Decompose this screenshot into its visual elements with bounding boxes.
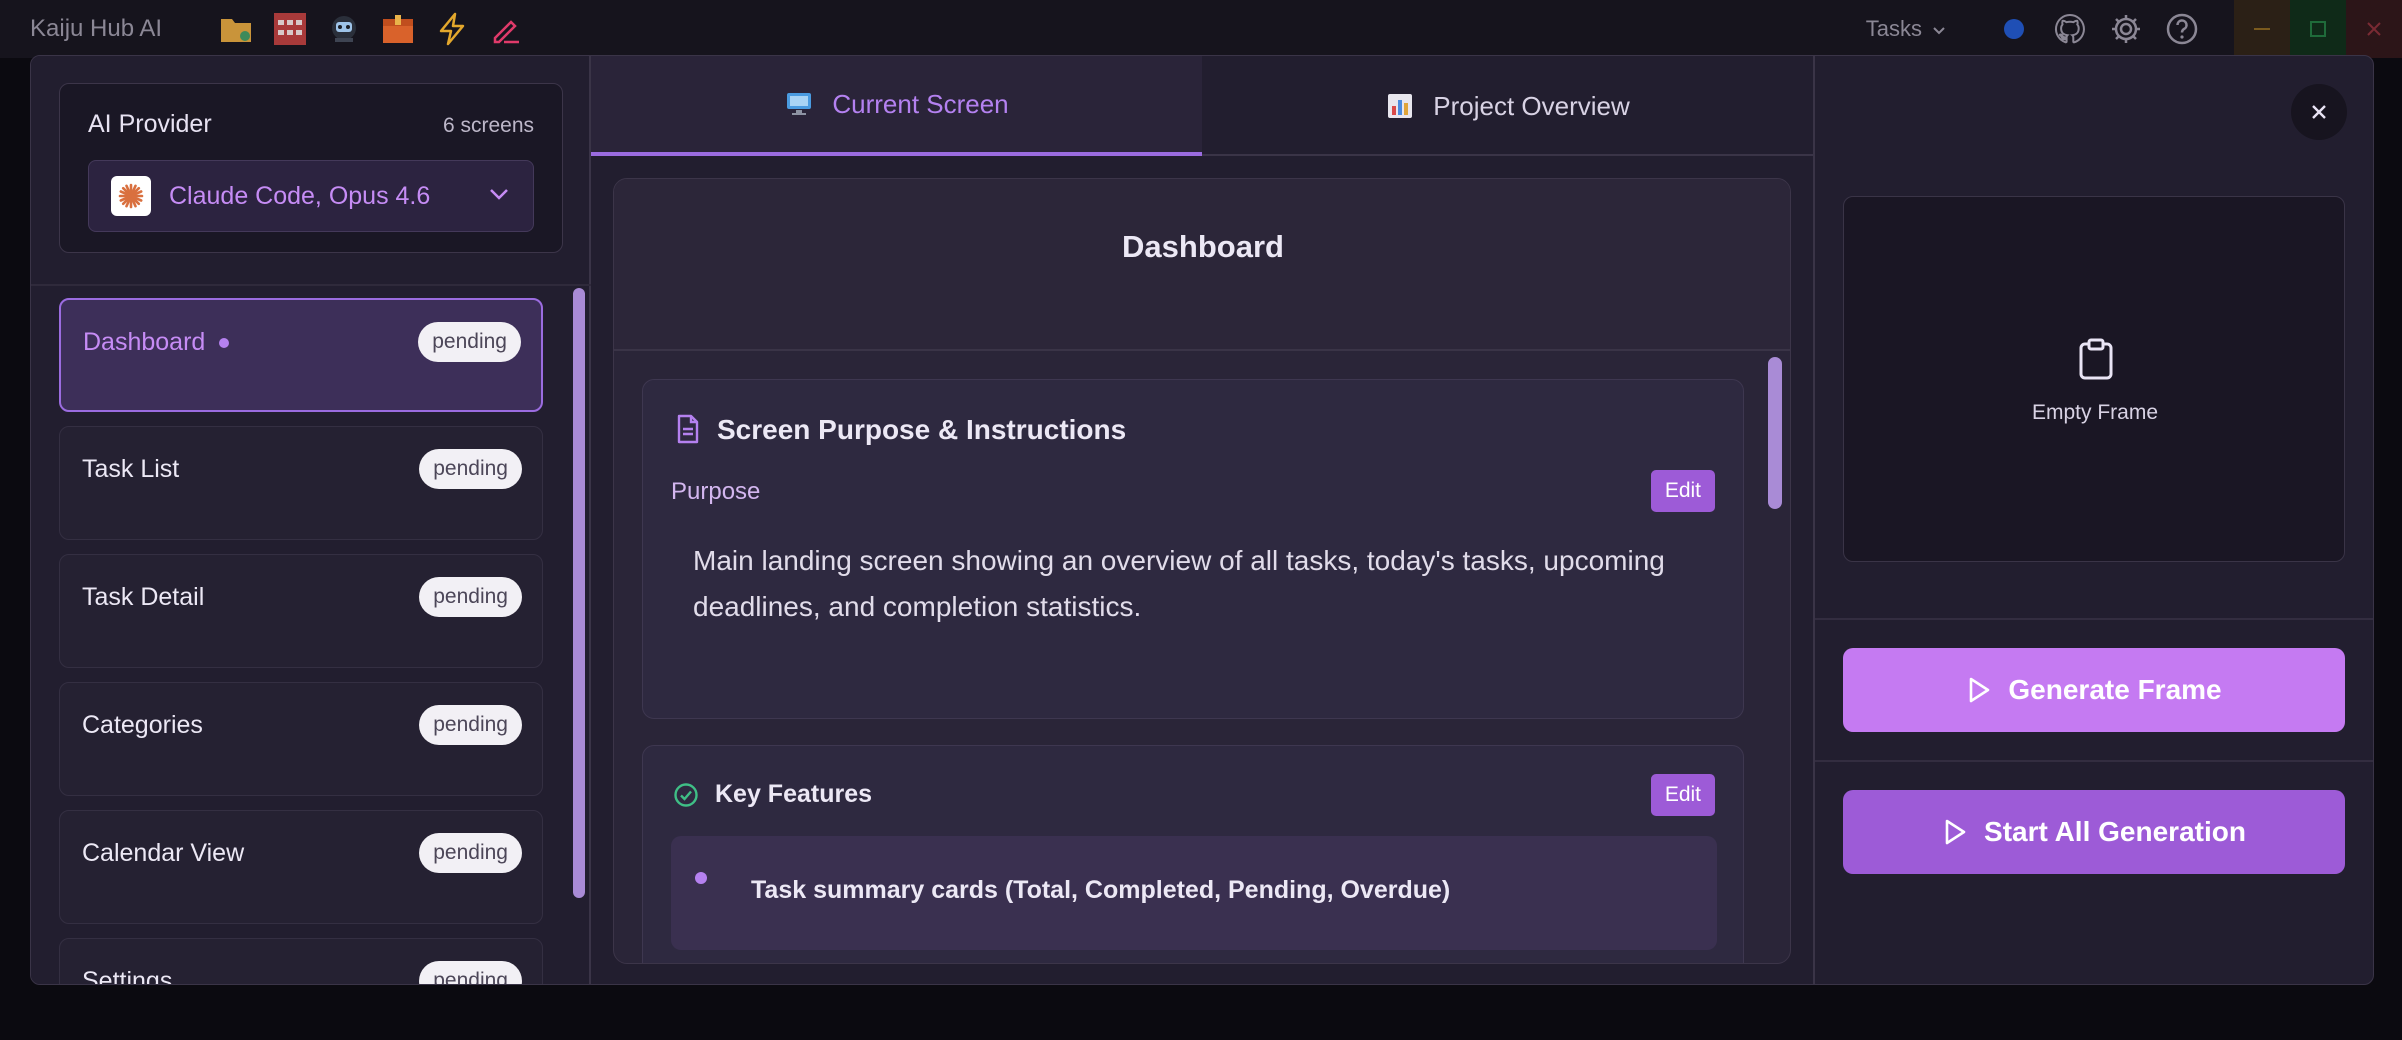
minimize-icon[interactable] [2234, 0, 2290, 58]
close-icon[interactable] [2291, 84, 2347, 140]
screen-name: Calendar View [82, 839, 245, 867]
help-icon[interactable] [2164, 11, 2200, 47]
screen-name: Settings [82, 967, 173, 985]
screen-name: Categories [82, 711, 203, 739]
active-dot [219, 338, 230, 349]
status-indicator-icon[interactable] [1996, 11, 2032, 47]
window-controls [2234, 0, 2402, 58]
bar-chart-icon [1385, 91, 1415, 121]
package-icon[interactable] [380, 11, 416, 47]
button-label: Start All Generation [1984, 816, 2246, 847]
tab-label: Current Screen [832, 88, 1009, 119]
check-circle-icon [674, 783, 698, 807]
edit-features-button[interactable]: Edit [1650, 774, 1715, 816]
status-badge: pending [419, 449, 522, 489]
generation-panel: Empty Frame Generate Frame Start All Gen… [1813, 56, 2373, 984]
window-close-icon[interactable] [2346, 0, 2402, 58]
screen-content-card: Dashboard Screen Purpose & Instructions … [613, 178, 1791, 964]
divider [1815, 618, 2373, 620]
screens-count: 6 screens [442, 114, 534, 137]
titlebar-controls: Tasks [1866, 0, 2402, 58]
status-badge: pending [418, 322, 521, 362]
start-all-generation-button[interactable]: Start All Generation [1843, 790, 2345, 874]
status-badge: pending [419, 705, 522, 745]
empty-frame-label: Empty Frame [2031, 401, 2159, 424]
gear-icon[interactable] [2108, 11, 2144, 47]
purpose-section: Screen Purpose & Instructions Purpose Ed… [642, 379, 1744, 719]
app-title: Kaiju Hub AI [30, 15, 163, 42]
robot-icon[interactable] [326, 11, 362, 47]
document-icon [673, 412, 703, 446]
screen-item-task-detail[interactable]: Task Detail pending [59, 554, 543, 668]
tasks-dropdown[interactable]: Tasks [1866, 16, 1946, 42]
status-badge: pending [419, 577, 522, 617]
monitor-icon [784, 89, 814, 119]
folder-icon[interactable] [218, 11, 254, 47]
screen-name: Task List [82, 455, 180, 483]
screen-item-settings[interactable]: Settings pending [59, 938, 543, 985]
bullet-icon [695, 872, 707, 884]
tasks-label: Tasks [1865, 16, 1922, 41]
frame-preview: Empty Frame [1843, 196, 2345, 562]
background-strip [0, 985, 2402, 1040]
pen-icon[interactable] [488, 11, 524, 47]
feature-text: Task summary cards (Total, Completed, Pe… [751, 876, 1451, 904]
screen-item-calendar-view[interactable]: Calendar View pending [59, 810, 543, 924]
play-icon [1945, 819, 1966, 845]
content-scrollbar[interactable] [1768, 357, 1782, 509]
generation-modal: AI Provider 6 screens Claude Code, Opus … [30, 55, 2374, 985]
screen-item-dashboard[interactable]: Dashboard pending [59, 298, 543, 412]
screen-title: Dashboard [1122, 229, 1284, 264]
chevron-down-icon [489, 187, 509, 205]
screen-name: Task Detail [82, 583, 205, 611]
screen-item-categories[interactable]: Categories pending [59, 682, 543, 796]
clipboard-icon [2079, 338, 2113, 380]
status-badge: pending [419, 833, 522, 873]
chevron-down-icon [1932, 16, 1946, 42]
provider-select[interactable]: Claude Code, Opus 4.6 [88, 160, 534, 232]
tab-label: Project Overview [1433, 90, 1630, 121]
divider [31, 284, 591, 286]
purpose-label: Purpose [671, 478, 761, 505]
screen-list: Dashboard pending Task List pending Task… [59, 298, 575, 985]
section-title: Key Features [715, 780, 873, 808]
claude-logo-icon [111, 176, 151, 216]
screen-detail-panel: Current Screen Project Overview Dashboar… [591, 56, 1813, 984]
generate-frame-button[interactable]: Generate Frame [1843, 648, 2345, 732]
edit-purpose-button[interactable]: Edit [1650, 470, 1715, 512]
tab-project-overview[interactable]: Project Overview [1202, 56, 1813, 156]
purpose-text: Main landing screen showing an overview … [693, 545, 1665, 622]
button-label: Generate Frame [2008, 674, 2222, 705]
key-features-section: Key Features Edit Task summary cards (To… [642, 745, 1744, 963]
screen-name: Dashboard [83, 328, 230, 357]
divider [1815, 760, 2373, 762]
grid-icon[interactable] [272, 11, 308, 47]
tab-current-screen[interactable]: Current Screen [591, 56, 1202, 156]
provider-name: Claude Code, Opus 4.6 [169, 181, 431, 210]
bolt-icon[interactable] [434, 11, 470, 47]
content-header: Dashboard [614, 179, 1790, 351]
github-icon[interactable] [2052, 11, 2088, 47]
ai-provider-card: AI Provider 6 screens Claude Code, Opus … [59, 83, 563, 253]
tab-bar: Current Screen Project Overview [591, 56, 1813, 156]
screen-list-scrollbar[interactable] [573, 288, 585, 898]
title-bar: Kaiju Hub AI Tasks [0, 0, 2402, 58]
maximize-icon[interactable] [2290, 0, 2346, 58]
app-toolbar [218, 11, 524, 47]
screens-sidebar: AI Provider 6 screens Claude Code, Opus … [31, 56, 591, 985]
provider-title: AI Provider [88, 110, 212, 138]
play-icon [1970, 677, 1990, 703]
screen-item-task-list[interactable]: Task List pending [59, 426, 543, 540]
feature-item: Task summary cards (Total, Completed, Pe… [671, 836, 1717, 950]
section-title: Screen Purpose & Instructions [717, 414, 1127, 445]
status-badge: pending [419, 961, 522, 984]
